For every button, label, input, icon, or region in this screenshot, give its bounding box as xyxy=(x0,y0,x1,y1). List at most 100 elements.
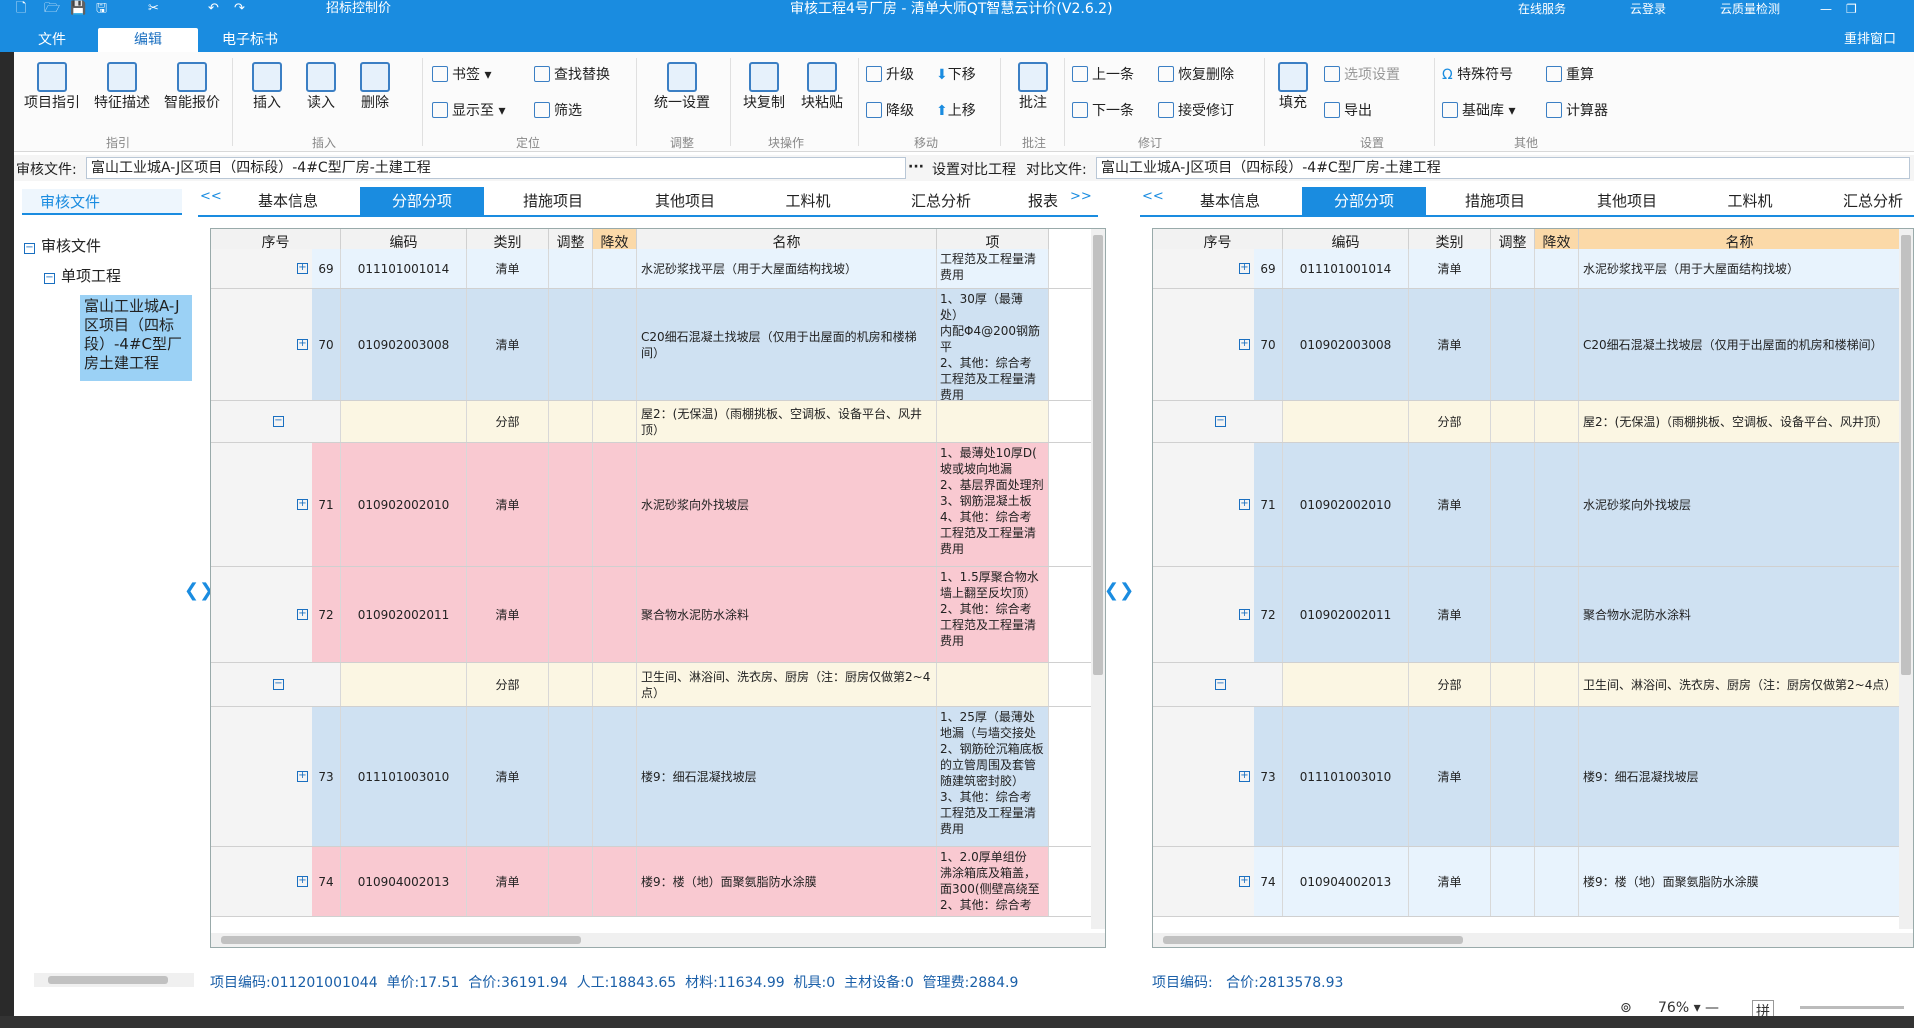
table-row[interactable]: +70 010902003008 清单 C20细石混凝土找坡层（仅用于出屋面的机房和楼… xyxy=(211,289,1105,401)
code-cell[interactable]: 011101001014 xyxy=(1283,249,1409,288)
efficiency-cell[interactable] xyxy=(1535,443,1579,566)
adjust-cell[interactable] xyxy=(1491,663,1535,706)
zoom-slider[interactable] xyxy=(1800,1006,1904,1009)
delete-button[interactable]: 删除 xyxy=(350,62,400,112)
seq-cell[interactable]: − xyxy=(1153,663,1283,706)
table-row[interactable]: +69 011101001014 清单 水泥砂浆找平层（用于大屋面结构找坡） xyxy=(1153,249,1913,289)
efficiency-cell[interactable] xyxy=(593,707,637,846)
tab-division-items[interactable]: 分部分项 xyxy=(360,187,484,215)
seq-cell[interactable]: +72 xyxy=(211,567,341,662)
restore-icon[interactable]: ❐ xyxy=(1846,1,1857,17)
category-cell[interactable]: 分部 xyxy=(467,663,549,706)
audit-file-field[interactable]: 富山工业城A-J区项目（四标段）-4#C型厂房-土建工程 xyxy=(86,157,906,179)
efficiency-cell[interactable] xyxy=(593,663,637,706)
expand-icon[interactable]: + xyxy=(297,339,308,350)
adjust-cell[interactable] xyxy=(1491,401,1535,442)
efficiency-cell[interactable] xyxy=(593,401,637,442)
adjust-cell[interactable] xyxy=(549,443,593,566)
tab-other-items[interactable]: 其他项目 xyxy=(1572,187,1682,215)
category-cell[interactable]: 分部 xyxy=(1409,663,1491,706)
block-paste-button[interactable]: 块粘贴 xyxy=(794,62,850,112)
category-cell[interactable]: 清单 xyxy=(1409,249,1491,288)
seq-cell[interactable]: +69 xyxy=(211,249,341,288)
efficiency-cell[interactable] xyxy=(1535,249,1579,288)
prev-item-button[interactable]: 上一条 xyxy=(1072,64,1134,84)
tab-summary[interactable]: 汇总分析 xyxy=(886,187,996,215)
tab-measures[interactable]: 措施项目 xyxy=(498,187,608,215)
efficiency-cell[interactable] xyxy=(1535,707,1579,846)
tab-prev-button[interactable]: << xyxy=(200,189,222,204)
table-row[interactable]: +74 010904002013 清单 楼9：楼（地）面聚氨脂防水涂膜 1、2.0厚单组… xyxy=(211,847,1105,917)
expand-icon[interactable]: + xyxy=(1239,499,1250,510)
adjust-cell[interactable] xyxy=(549,847,593,916)
next-item-button[interactable]: 下一条 xyxy=(1072,100,1134,120)
code-cell[interactable] xyxy=(1283,401,1409,442)
find-replace-button[interactable]: 查找替换 xyxy=(534,64,610,84)
section-row[interactable]: − 分部 屋2：(无保温)（雨棚挑板、空调板、设备平台、风井顶） xyxy=(1153,401,1913,443)
tab-measures[interactable]: 措施项目 xyxy=(1440,187,1550,215)
name-cell[interactable]: 屋2：(无保温)（雨棚挑板、空调板、设备平台、风井顶） xyxy=(637,401,937,442)
category-cell[interactable]: 清单 xyxy=(1409,567,1491,662)
adjust-cell[interactable] xyxy=(549,249,593,288)
table-row[interactable]: +69 011101001014 清单 水泥砂浆找平层（用于大屋面结构找坡） 工程范及工… xyxy=(211,249,1105,289)
base-library-button[interactable]: 基础库 ▾ xyxy=(1442,100,1515,120)
seq-cell[interactable]: +70 xyxy=(211,289,341,400)
name-cell[interactable]: 卫生间、淋浴间、洗衣房、厨房（注：厨房仅做第2~4点） xyxy=(637,663,937,706)
table-row[interactable]: +71 010902002010 清单 水泥砂浆向外找坡层 xyxy=(1153,443,1913,567)
table-row[interactable]: +74 010904002013 清单 楼9：楼（地）面聚氨脂防水涂膜 xyxy=(1153,847,1913,917)
section-row[interactable]: − 分部 屋2：(无保温)（雨棚挑板、空调板、设备平台、风井顶） xyxy=(211,401,1105,443)
efficiency-cell[interactable] xyxy=(593,443,637,566)
adjust-cell[interactable] xyxy=(549,663,593,706)
feature-cell[interactable]: 1、30厚（最薄处） 内配Φ4@200钢筋 平 2、其他：综合考 工程范及工程量… xyxy=(937,289,1049,400)
cloud-quality-check[interactable]: 云质量检测 xyxy=(1720,1,1780,17)
table-row[interactable]: +72 010902002011 清单 聚合物水泥防水涂料 1、1.5厚聚合物水 墙上翻… xyxy=(211,567,1105,663)
name-cell[interactable]: 水泥砂浆向外找坡层 xyxy=(637,443,937,566)
calculator-button[interactable]: 计算器 xyxy=(1546,100,1608,120)
efficiency-cell[interactable] xyxy=(1535,847,1579,916)
scroll-thumb[interactable] xyxy=(221,936,581,944)
set-compare-button[interactable]: 设置对比工程 xyxy=(932,159,1016,179)
adjust-cell[interactable] xyxy=(1491,443,1535,566)
collapse-icon[interactable]: − xyxy=(1215,679,1226,690)
panel-collapse-icon[interactable]: ❮❯ xyxy=(1104,580,1134,601)
zoom-select[interactable]: 76% ▾ — xyxy=(1658,1000,1719,1016)
expand-icon[interactable]: + xyxy=(297,499,308,510)
seq-cell[interactable]: +74 xyxy=(1153,847,1283,916)
category-cell[interactable]: 清单 xyxy=(1409,847,1491,916)
expand-icon[interactable]: + xyxy=(1239,609,1250,620)
save-icon[interactable]: 💾 xyxy=(70,1,86,17)
code-cell[interactable]: 010904002013 xyxy=(341,847,467,916)
efficiency-cell[interactable] xyxy=(1535,663,1579,706)
move-down-button[interactable]: ⬇下移 xyxy=(936,64,976,84)
bookmark-button[interactable]: 书签 ▾ xyxy=(432,64,491,84)
new-file-icon[interactable]: 🗋 xyxy=(16,1,26,17)
adjust-cell[interactable] xyxy=(549,289,593,400)
table-row[interactable]: +73 011101003010 清单 楼9：细石混凝找坡层 xyxy=(1153,707,1913,847)
adjust-cell[interactable] xyxy=(1491,289,1535,400)
unify-settings-button[interactable]: 统一设置 xyxy=(644,62,720,112)
feature-cell[interactable]: 1、2.0厚单组份 沸涂箱底及箱盖， 面300(侧壁高绕至 2、其他：综合考 xyxy=(937,847,1049,916)
seq-cell[interactable]: +70 xyxy=(1153,289,1283,400)
category-cell[interactable]: 清单 xyxy=(467,847,549,916)
recalc-button[interactable]: 重算 xyxy=(1546,64,1594,84)
project-guide-button[interactable]: 项目指引 xyxy=(20,62,84,112)
save-as-icon[interactable]: 🖫 xyxy=(96,1,107,17)
efficiency-cell[interactable] xyxy=(593,847,637,916)
feature-cell[interactable]: 1、最薄处10厚D( 坡或坡向地漏 2、基层界面处理剂 3、钢筋混凝土板 4、其… xyxy=(937,443,1049,566)
rearrange-window[interactable]: 重排窗口 xyxy=(1830,28,1910,52)
read-in-button[interactable]: 读入 xyxy=(296,62,346,112)
efficiency-cell[interactable] xyxy=(593,289,637,400)
adjust-cell[interactable] xyxy=(549,401,593,442)
tab-basic-info[interactable]: 基本信息 xyxy=(1180,187,1280,215)
table-row[interactable]: +73 011101003010 清单 楼9：细石混凝找坡层 1、25厚（最薄处 地漏（… xyxy=(211,707,1105,847)
code-cell[interactable] xyxy=(1283,663,1409,706)
tab-summary[interactable]: 汇总分析 xyxy=(1828,187,1914,215)
section-row[interactable]: − 分部 卫生间、淋浴间、洗衣房、厨房（注：厨房仅做第2~4点） xyxy=(1153,663,1913,707)
minimize-icon[interactable]: — xyxy=(1820,1,1832,17)
vertical-scrollbar[interactable] xyxy=(1091,229,1105,929)
code-cell[interactable]: 010902003008 xyxy=(341,289,467,400)
name-cell[interactable]: 水泥砂浆向外找坡层 xyxy=(1579,443,1901,566)
seq-cell[interactable]: +74 xyxy=(211,847,341,916)
efficiency-cell[interactable] xyxy=(1535,289,1579,400)
quick-access-label[interactable]: 招标控制价 xyxy=(326,1,391,17)
